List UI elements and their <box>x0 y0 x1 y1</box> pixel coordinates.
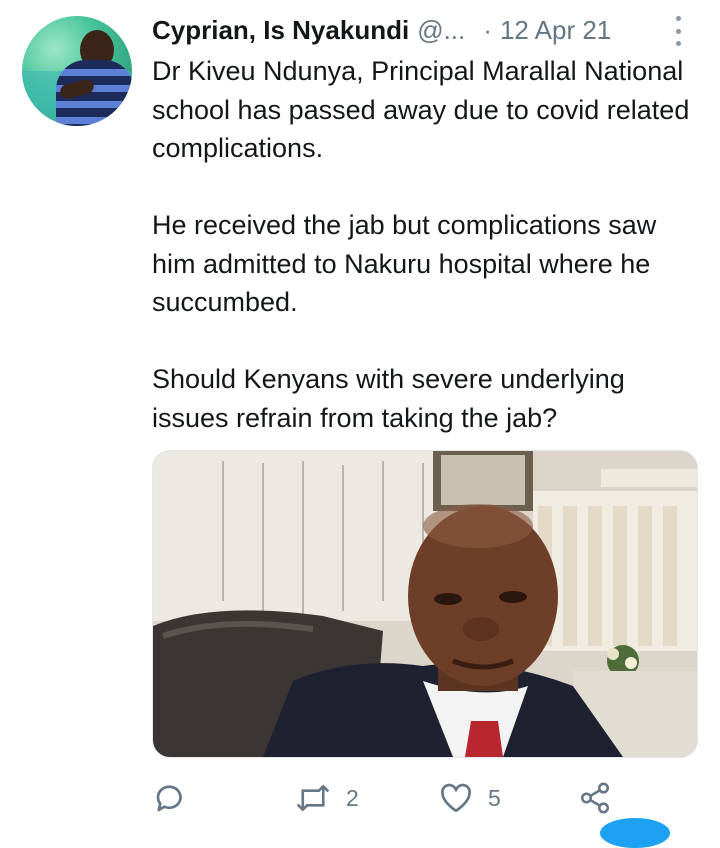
share-button[interactable] <box>578 780 612 816</box>
tweet-date[interactable]: 12 Apr 21 <box>500 15 611 46</box>
retweet-button[interactable]: 2 <box>294 780 359 816</box>
author-handle[interactable]: @... <box>417 15 465 46</box>
tweet-photo[interactable] <box>152 450 698 758</box>
tweet-text: Dr Kiveu Ndunya, Principal Marallal Nati… <box>152 52 700 437</box>
tweet-actions: 2 5 <box>152 780 700 816</box>
like-button[interactable]: 5 <box>438 780 501 816</box>
tweet-paragraph: Dr Kiveu Ndunya, Principal Marallal Nati… <box>152 56 690 163</box>
tweet-paragraph: Should Kenyans with severe underlying is… <box>152 364 625 433</box>
reply-button[interactable] <box>152 780 188 816</box>
compose-button-partial[interactable] <box>600 818 670 848</box>
tweet-header: Cyprian, Is Nyakundi @... · 12 Apr 21 <box>152 12 611 48</box>
author-name[interactable]: Cyprian, Is Nyakundi <box>152 15 409 46</box>
retweet-count: 2 <box>346 784 359 811</box>
tweet-paragraph: He received the jab but complications sa… <box>152 210 657 317</box>
avatar[interactable] <box>22 16 132 126</box>
retweet-icon <box>294 780 332 816</box>
more-options-icon[interactable] <box>668 16 688 46</box>
reply-icon <box>152 780 188 816</box>
like-count: 5 <box>488 784 501 811</box>
heart-icon <box>438 780 474 816</box>
header-separator: · <box>483 14 492 45</box>
share-icon <box>578 781 612 815</box>
